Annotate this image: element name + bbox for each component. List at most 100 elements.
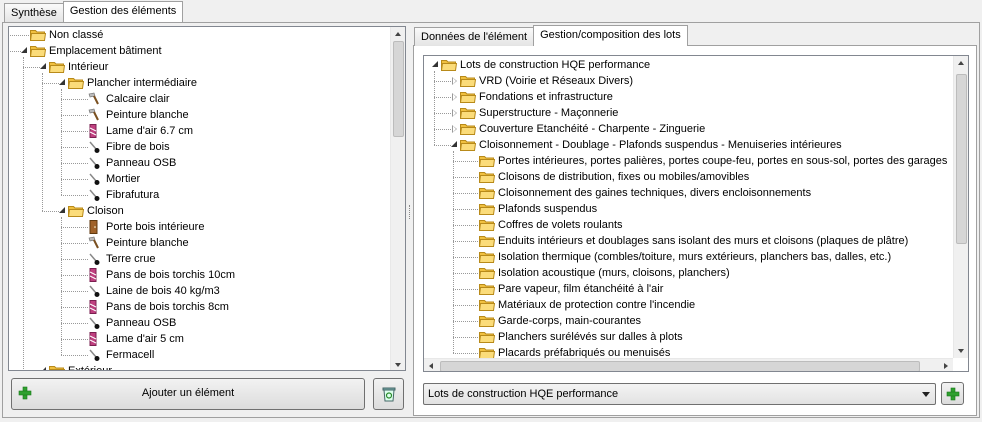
add-element-button[interactable]: Ajouter un élément xyxy=(11,378,365,410)
lot-item[interactable]: Planchers surélévés sur dalles à plots xyxy=(424,329,968,345)
scroll-thumb[interactable] xyxy=(393,41,404,137)
tree-item-label: Panneau OSB xyxy=(106,317,177,329)
splitter-handle[interactable] xyxy=(409,205,412,219)
tree-item[interactable]: Peinture blanche xyxy=(9,235,405,251)
tree-item[interactable]: Fermacell xyxy=(9,347,405,363)
lot-item-label: Superstructure - Maçonnerie xyxy=(479,107,619,119)
lot-item[interactable]: Cloisonnement des gaines techniques, div… xyxy=(424,185,968,201)
scroll-left-icon[interactable] xyxy=(429,363,433,369)
lot-item[interactable]: Coffres de volets roulants xyxy=(424,217,968,233)
tree-item[interactable]: Plancher intermédiaire xyxy=(9,75,405,91)
lot-select[interactable]: Lots de construction HQE performance xyxy=(423,383,936,405)
folder-icon xyxy=(460,107,476,119)
scroll-up-icon[interactable] xyxy=(395,32,401,36)
tree-item[interactable]: Extérieur xyxy=(9,363,405,371)
tree-item[interactable]: Lame d'air 6.7 cm xyxy=(9,123,405,139)
right-tabs: Données de l'élément Gestion/composition… xyxy=(414,25,688,46)
tree-item-label: Intérieur xyxy=(68,61,109,73)
tree-item[interactable]: Terre crue xyxy=(9,251,405,267)
scroll-right-icon[interactable] xyxy=(944,363,948,369)
lot-item[interactable]: Plafonds suspendus xyxy=(424,201,968,217)
collapse-arrow-icon[interactable] xyxy=(430,60,440,70)
tree-item-label: Lame d'air 6.7 cm xyxy=(106,125,194,137)
tree-item[interactable]: Lame d'air 5 cm xyxy=(9,331,405,347)
scroll-down-icon[interactable] xyxy=(395,363,401,367)
lot-item[interactable]: Fondations et infrastructure xyxy=(424,89,968,105)
tree-item[interactable]: Mortier xyxy=(9,171,405,187)
lot-item[interactable]: Enduits intérieurs et doublages sans iso… xyxy=(424,233,968,249)
tree-item[interactable]: Emplacement bâtiment xyxy=(9,43,405,59)
tree-item[interactable]: Pans de bois torchis 8cm xyxy=(9,299,405,315)
lot-item-label: Cloisons de distribution, fixes ou mobil… xyxy=(498,171,750,183)
lot-item[interactable]: Cloisons de distribution, fixes ou mobil… xyxy=(424,169,968,185)
folder-icon xyxy=(49,61,65,73)
tab-donnees-element[interactable]: Données de l'élément xyxy=(414,27,535,46)
scroll-thumb[interactable] xyxy=(956,74,967,244)
tree-item-label: Pans de bois torchis 8cm xyxy=(106,301,229,313)
lot-item-label: Pare vapeur, film étanchéité à l'air xyxy=(498,283,664,295)
lot-item[interactable]: Isolation acoustique (murs, cloisons, pl… xyxy=(424,265,968,281)
brush-icon xyxy=(87,284,103,298)
scroll-thumb[interactable] xyxy=(440,361,920,371)
trowel-icon xyxy=(87,236,103,250)
collapse-arrow-icon[interactable] xyxy=(449,140,459,150)
tree-item-label: Fermacell xyxy=(106,349,155,361)
lot-item[interactable]: Matériaux de protection contre l'incendi… xyxy=(424,297,968,313)
vertical-scrollbar[interactable] xyxy=(953,56,968,358)
lot-item[interactable]: Portes intérieures, portes palières, por… xyxy=(424,153,968,169)
tree-item[interactable]: Fibrafutura xyxy=(9,187,405,203)
tree-item[interactable]: Pans de bois torchis 10cm xyxy=(9,267,405,283)
tree-item-label: Porte bois intérieure xyxy=(106,221,205,233)
add-lot-button[interactable] xyxy=(941,382,964,405)
expand-arrow-icon[interactable] xyxy=(449,108,459,118)
expand-arrow-icon[interactable] xyxy=(449,92,459,102)
brush-icon xyxy=(87,172,103,186)
vertical-scrollbar[interactable] xyxy=(390,27,405,370)
tree-item[interactable]: Intérieur xyxy=(9,59,405,75)
lot-item[interactable]: Garde-corps, main-courantes xyxy=(424,313,968,329)
scroll-up-icon[interactable] xyxy=(958,61,964,65)
lot-item[interactable]: Cloisonnement - Doublage - Plafonds susp… xyxy=(424,137,968,153)
collapse-arrow-icon[interactable] xyxy=(57,78,67,88)
tree-item[interactable]: Fibre de bois xyxy=(9,139,405,155)
layer-icon xyxy=(87,332,103,346)
collapse-arrow-icon[interactable] xyxy=(19,46,29,56)
door-icon xyxy=(87,220,103,234)
collapse-arrow-icon[interactable] xyxy=(38,62,48,72)
tree-item[interactable]: Panneau OSB xyxy=(9,315,405,331)
collapse-arrow-icon[interactable] xyxy=(38,366,48,370)
tree-item[interactable]: Laine de bois 40 kg/m3 xyxy=(9,283,405,299)
expand-arrow-icon[interactable] xyxy=(449,76,459,86)
tree-item[interactable]: Non classé xyxy=(9,27,405,43)
collapse-arrow-icon[interactable] xyxy=(57,206,67,216)
lot-item[interactable]: Couverture Etanchéité - Charpente - Zing… xyxy=(424,121,968,137)
expand-arrow-icon[interactable] xyxy=(449,124,459,134)
scroll-down-icon[interactable] xyxy=(958,349,964,353)
tab-synthese[interactable]: Synthèse xyxy=(4,3,64,22)
tree-item[interactable]: Porte bois intérieure xyxy=(9,219,405,235)
folder-icon xyxy=(460,75,476,87)
lot-item[interactable]: VRD (Voirie et Réseaux Divers) xyxy=(424,73,968,89)
lot-item[interactable]: Pare vapeur, film étanchéité à l'air xyxy=(424,281,968,297)
tree-item-label: Lame d'air 5 cm xyxy=(106,333,184,345)
horizontal-scrollbar[interactable] xyxy=(424,358,953,371)
lots-tree[interactable]: Lots de construction HQE performance VRD … xyxy=(423,55,969,372)
tab-gestion-elements[interactable]: Gestion des éléments xyxy=(62,1,184,22)
tree-item[interactable]: Peinture blanche xyxy=(9,107,405,123)
tree-item-label: Fibrafutura xyxy=(106,189,160,201)
lot-item[interactable]: Isolation thermique (combles/toiture, mu… xyxy=(424,249,968,265)
layer-icon xyxy=(87,300,103,314)
folder-icon xyxy=(30,29,46,41)
tree-item-label: Extérieur xyxy=(68,365,113,371)
tree-item[interactable]: Panneau OSB xyxy=(9,155,405,171)
tree-item[interactable]: Cloison xyxy=(9,203,405,219)
folder-icon xyxy=(479,219,495,231)
tree-item[interactable]: Calcaire clair xyxy=(9,91,405,107)
folder-icon xyxy=(479,235,495,247)
lot-item[interactable]: Superstructure - Maçonnerie xyxy=(424,105,968,121)
delete-element-button[interactable] xyxy=(373,378,404,410)
element-tree[interactable]: Non classé Emplacement bâtiment Intérieur P… xyxy=(8,26,406,371)
lot-item[interactable]: Lots de construction HQE performance xyxy=(424,57,968,73)
lot-item-label: Enduits intérieurs et doublages sans iso… xyxy=(498,235,909,247)
tab-gestion-lots[interactable]: Gestion/composition des lots xyxy=(533,25,688,46)
